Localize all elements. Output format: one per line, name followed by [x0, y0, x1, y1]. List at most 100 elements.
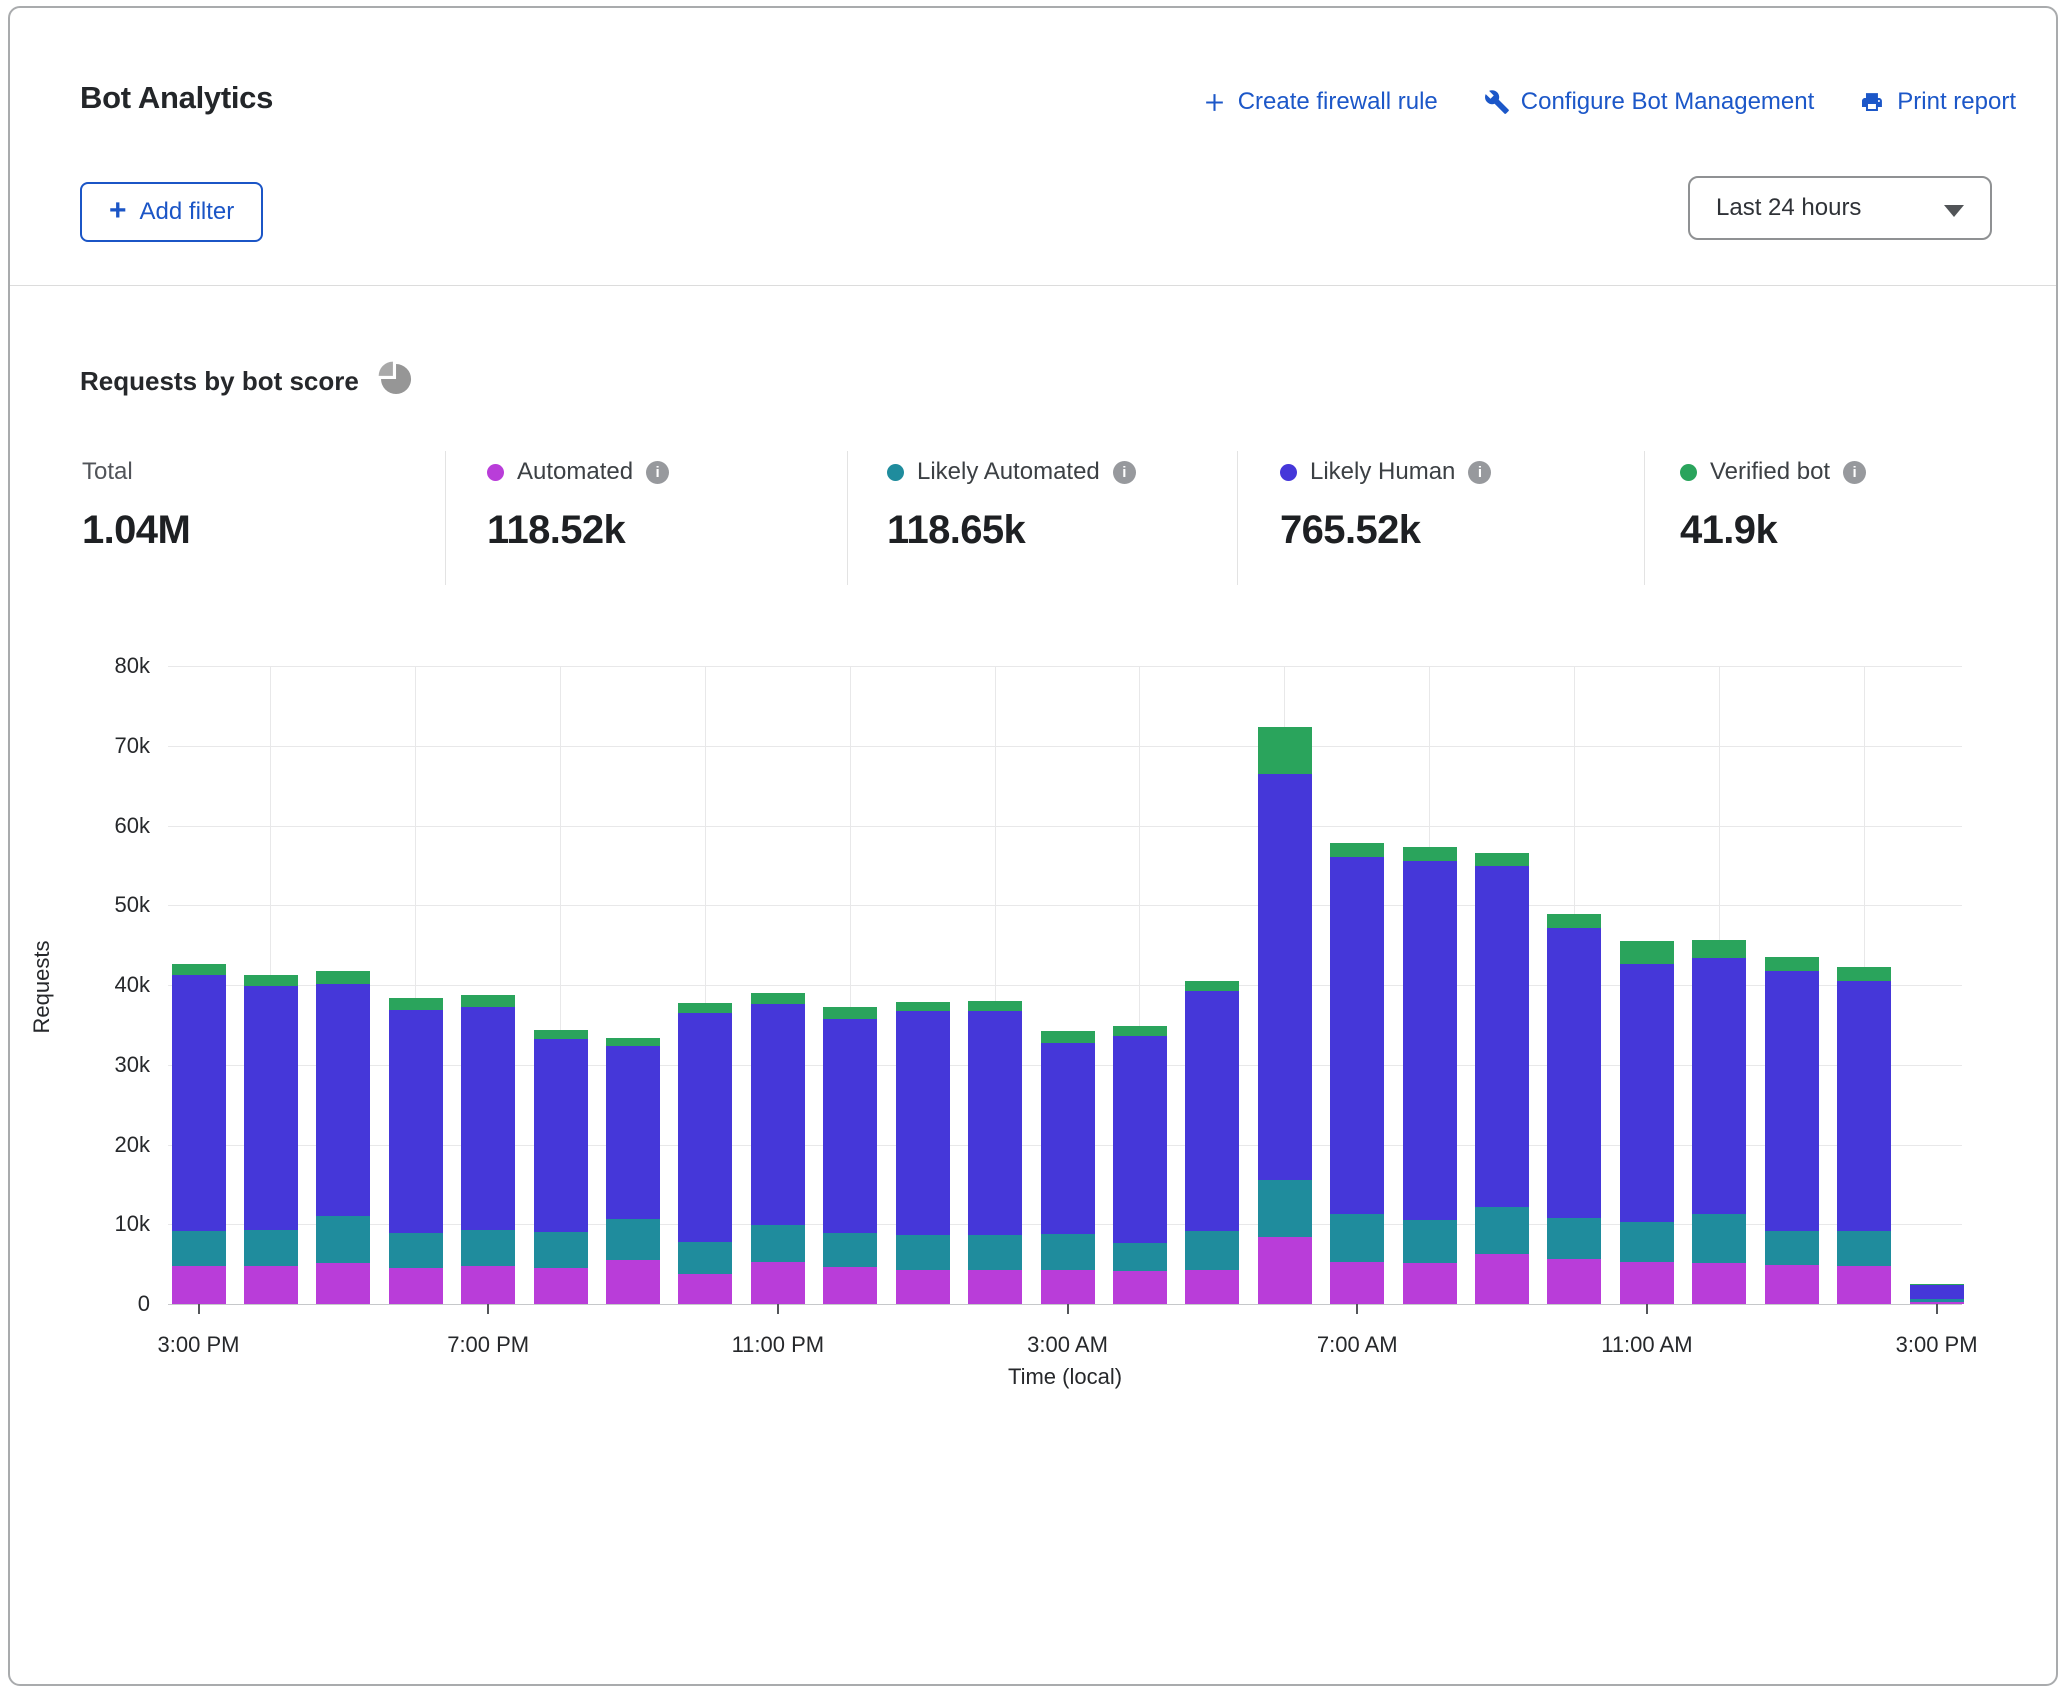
y-tick-label: 50k: [48, 892, 150, 918]
bar-segment-verified-bot: [1475, 853, 1529, 866]
bar-segment-automated: [1258, 1237, 1312, 1304]
bar-segment-likely-human: [1620, 964, 1674, 1222]
bar-segment-likely-automated: [534, 1232, 588, 1268]
bar-segment-likely-human: [172, 975, 226, 1230]
bar-segment-likely-human: [1041, 1043, 1095, 1234]
bar-segment-automated: [1041, 1270, 1095, 1304]
bar-8-00-pm[interactable]: [534, 1030, 588, 1304]
bar-5-00-pm[interactable]: [316, 971, 370, 1304]
bar-segment-likely-automated: [1330, 1214, 1384, 1262]
h-gridline: [168, 905, 1962, 906]
bar-segment-automated: [1547, 1259, 1601, 1304]
bar-10-00-am[interactable]: [1547, 914, 1601, 1304]
bar-segment-likely-automated: [1185, 1231, 1239, 1271]
bar-3-00-pm[interactable]: [172, 964, 226, 1304]
bar-4-00-pm[interactable]: [244, 975, 298, 1304]
bar-1-00-pm[interactable]: [1765, 957, 1819, 1304]
bar-11-00-pm[interactable]: [751, 993, 805, 1304]
bar-segment-automated: [1620, 1262, 1674, 1304]
bar-segment-likely-automated: [1258, 1180, 1312, 1237]
bar-segment-likely-automated: [678, 1242, 732, 1275]
bar-12-00-pm[interactable]: [1692, 940, 1746, 1304]
y-tick-label: 10k: [48, 1211, 150, 1237]
bar-segment-likely-automated: [751, 1225, 805, 1262]
bar-segment-likely-automated: [896, 1235, 950, 1271]
bar-segment-automated: [1765, 1265, 1819, 1304]
bar-segment-automated: [896, 1270, 950, 1303]
bar-7-00-pm[interactable]: [461, 995, 515, 1304]
bar-segment-likely-human: [461, 1007, 515, 1230]
bar-segment-likely-human: [1330, 857, 1384, 1213]
bar-segment-automated: [534, 1268, 588, 1304]
bar-segment-automated: [1403, 1263, 1457, 1304]
bar-segment-likely-human: [1910, 1285, 1964, 1299]
bar-4-00-am[interactable]: [1113, 1026, 1167, 1304]
bar-segment-automated: [1837, 1266, 1891, 1303]
bar-segment-likely-human: [1547, 928, 1601, 1217]
bar-segment-verified-bot: [1765, 957, 1819, 971]
bar-segment-likely-automated: [172, 1231, 226, 1267]
bar-7-00-am[interactable]: [1330, 843, 1384, 1304]
y-tick-label: 60k: [48, 813, 150, 839]
bar-segment-likely-automated: [1692, 1214, 1746, 1263]
bar-10-00-pm[interactable]: [678, 1003, 732, 1304]
y-tick-label: 30k: [48, 1052, 150, 1078]
bar-5-00-am[interactable]: [1185, 981, 1239, 1304]
y-tick-label: 20k: [48, 1132, 150, 1158]
bar-segment-likely-automated: [1113, 1243, 1167, 1272]
bar-1-00-am[interactable]: [896, 1002, 950, 1304]
y-tick-label: 0: [48, 1291, 150, 1317]
bar-8-00-am[interactable]: [1403, 847, 1457, 1304]
bar-segment-likely-human: [1403, 861, 1457, 1220]
bar-segment-verified-bot: [316, 971, 370, 984]
bar-segment-automated: [1185, 1270, 1239, 1303]
bar-segment-verified-bot: [1330, 843, 1384, 857]
bar-segment-verified-bot: [823, 1007, 877, 1019]
bar-segment-automated: [1330, 1262, 1384, 1304]
x-tick-mark: [777, 1304, 779, 1314]
bar-segment-likely-automated: [461, 1230, 515, 1266]
bar-segment-likely-automated: [1041, 1234, 1095, 1270]
bar-segment-verified-bot: [1258, 727, 1312, 773]
bar-6-00-am[interactable]: [1258, 727, 1312, 1304]
bar-segment-verified-bot: [1113, 1026, 1167, 1036]
bar-segment-likely-human: [534, 1039, 588, 1232]
bar-2-00-pm[interactable]: [1837, 967, 1891, 1304]
bar-segment-automated: [606, 1260, 660, 1304]
h-gridline: [168, 666, 1962, 667]
bar-segment-likely-automated: [606, 1219, 660, 1260]
bar-11-00-am[interactable]: [1620, 941, 1674, 1304]
bar-6-00-pm[interactable]: [389, 998, 443, 1304]
x-tick-mark: [198, 1304, 200, 1314]
bar-segment-automated: [1475, 1254, 1529, 1304]
bar-segment-likely-automated: [1403, 1220, 1457, 1262]
bar-segment-likely-human: [606, 1046, 660, 1220]
bar-segment-likely-automated: [1475, 1207, 1529, 1254]
bar-segment-likely-human: [751, 1004, 805, 1225]
bar-3-00-am[interactable]: [1041, 1031, 1095, 1304]
bar-segment-automated: [461, 1266, 515, 1304]
bar-segment-likely-human: [1475, 866, 1529, 1207]
bar-2-00-am[interactable]: [968, 1001, 1022, 1304]
bar-12-00-am[interactable]: [823, 1007, 877, 1304]
bar-9-00-pm[interactable]: [606, 1038, 660, 1304]
bar-segment-automated: [968, 1270, 1022, 1303]
h-gridline: [168, 826, 1962, 827]
bot-analytics-card: Bot Analytics Create firewall ruleConfig…: [8, 6, 2058, 1686]
bar-3-00-pm[interactable]: [1910, 1284, 1964, 1304]
bar-segment-likely-human: [1113, 1036, 1167, 1243]
bar-segment-likely-human: [968, 1011, 1022, 1236]
bar-segment-automated: [244, 1266, 298, 1304]
bar-segment-verified-bot: [244, 975, 298, 985]
bar-segment-likely-human: [823, 1019, 877, 1233]
bar-segment-verified-bot: [678, 1003, 732, 1013]
y-tick-label: 80k: [48, 653, 150, 679]
bar-segment-likely-human: [316, 984, 370, 1216]
bar-segment-verified-bot: [1692, 940, 1746, 958]
bar-segment-likely-human: [1837, 981, 1891, 1231]
x-tick-label: 7:00 PM: [398, 1332, 578, 1358]
bar-segment-verified-bot: [751, 993, 805, 1004]
bar-9-00-am[interactable]: [1475, 853, 1529, 1304]
bar-segment-likely-human: [244, 986, 298, 1230]
bar-segment-verified-bot: [389, 998, 443, 1010]
